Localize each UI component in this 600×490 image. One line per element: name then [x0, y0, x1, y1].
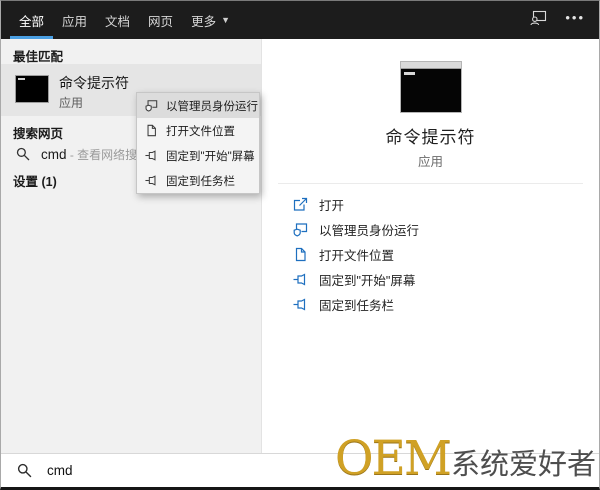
file-location-icon	[147, 124, 156, 137]
context-menu: 以管理员身份运行 打开文件位置 固定到"开始"屏幕 固定到任务栏	[136, 92, 260, 194]
pin-icon	[293, 298, 306, 311]
divider	[278, 183, 583, 184]
tab-web[interactable]: 网页	[139, 1, 182, 39]
search-web-header: 搜索网页	[13, 127, 64, 141]
shield-admin-icon	[293, 223, 308, 237]
action-pin-to-start[interactable]: 固定到"开始"屏幕	[262, 267, 599, 292]
pin-icon	[145, 150, 156, 161]
action-pin-to-taskbar[interactable]: 固定到任务栏	[262, 292, 599, 317]
search-flyout-window: 全部 应用 文档 网页 更多 ▼ ••• 最佳匹配 命令提示符 应用 搜索网页 …	[0, 0, 600, 490]
search-input[interactable]	[45, 462, 349, 479]
file-location-icon	[295, 247, 306, 262]
web-query: cmd	[41, 147, 67, 162]
search-icon	[16, 147, 30, 161]
pin-icon	[293, 273, 306, 286]
search-icon	[17, 463, 32, 478]
tab-apps[interactable]: 应用	[53, 1, 96, 39]
preview-actions: 打开 以管理员身份运行 打开文件位置 固定到"开始"屏幕 固定到任务栏	[262, 192, 599, 317]
tab-documents[interactable]: 文档	[96, 1, 139, 39]
menu-run-as-admin[interactable]: 以管理员身份运行	[137, 93, 259, 118]
preview-pane: 命令提示符 应用 打开 以管理员身份运行 打开文件位置 固定到"开始"屏幕 固定…	[261, 39, 599, 455]
open-icon	[293, 197, 308, 211]
best-match-title: 命令提示符	[59, 75, 129, 91]
action-open-file-location[interactable]: 打开文件位置	[262, 242, 599, 267]
menu-pin-to-start[interactable]: 固定到"开始"屏幕	[137, 143, 259, 168]
cmd-terminal-icon-large	[399, 61, 462, 113]
action-run-as-admin[interactable]: 以管理员身份运行	[262, 217, 599, 242]
menu-pin-to-taskbar[interactable]: 固定到任务栏	[137, 168, 259, 193]
tab-all[interactable]: 全部	[10, 1, 54, 39]
menu-open-file-location[interactable]: 打开文件位置	[137, 118, 259, 143]
chevron-down-icon: ▼	[221, 15, 230, 25]
preview-title: 命令提示符	[385, 128, 476, 147]
feedback-person-icon[interactable]	[530, 10, 547, 31]
taskbar-search-box[interactable]	[1, 453, 599, 487]
tab-more[interactable]: 更多 ▼	[182, 1, 239, 39]
preview-subtitle: 应用	[417, 155, 443, 169]
best-match-header: 最佳匹配	[13, 50, 64, 64]
search-filter-tabbar: 全部 应用 文档 网页 更多 ▼ •••	[1, 1, 599, 39]
settings-header: 设置 (1)	[13, 175, 57, 189]
shield-admin-icon	[145, 100, 158, 112]
cmd-terminal-icon	[15, 75, 49, 103]
best-match-subtitle: 应用	[59, 96, 84, 110]
pin-icon	[145, 175, 156, 186]
action-open[interactable]: 打开	[262, 192, 599, 217]
more-options-icon[interactable]: •••	[565, 11, 585, 30]
